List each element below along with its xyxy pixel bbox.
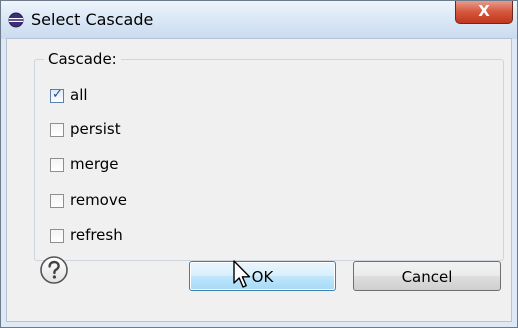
eclipse-icon [8,12,24,28]
checkbox-box[interactable] [50,123,64,137]
checkmark-icon: ✓ [52,87,63,102]
checkbox-label[interactable]: all [70,86,88,104]
close-button[interactable]: X [455,1,513,24]
checkbox-box[interactable] [50,194,64,208]
ok-button[interactable]: OK [189,261,336,291]
checkbox-label[interactable]: persist [70,120,121,138]
cancel-button[interactable]: Cancel [353,261,501,291]
close-icon: X [478,2,490,20]
checkbox-label[interactable]: merge [70,155,119,173]
cancel-button-label: Cancel [401,268,453,286]
cascade-group-label: Cascade: [44,50,121,68]
checkbox-box[interactable] [50,229,64,243]
checkbox-box[interactable]: ✓ [50,87,64,103]
checkbox-box[interactable] [50,158,64,172]
mouse-pointer-icon [233,260,251,288]
ok-button-label: OK [251,268,274,286]
checkbox-label[interactable]: remove [70,191,127,209]
checkbox-label[interactable]: refresh [70,226,123,244]
window-title: Select Cascade [31,10,154,29]
title-bar[interactable]: Select Cascade X [1,1,517,39]
help-icon[interactable] [39,255,69,285]
